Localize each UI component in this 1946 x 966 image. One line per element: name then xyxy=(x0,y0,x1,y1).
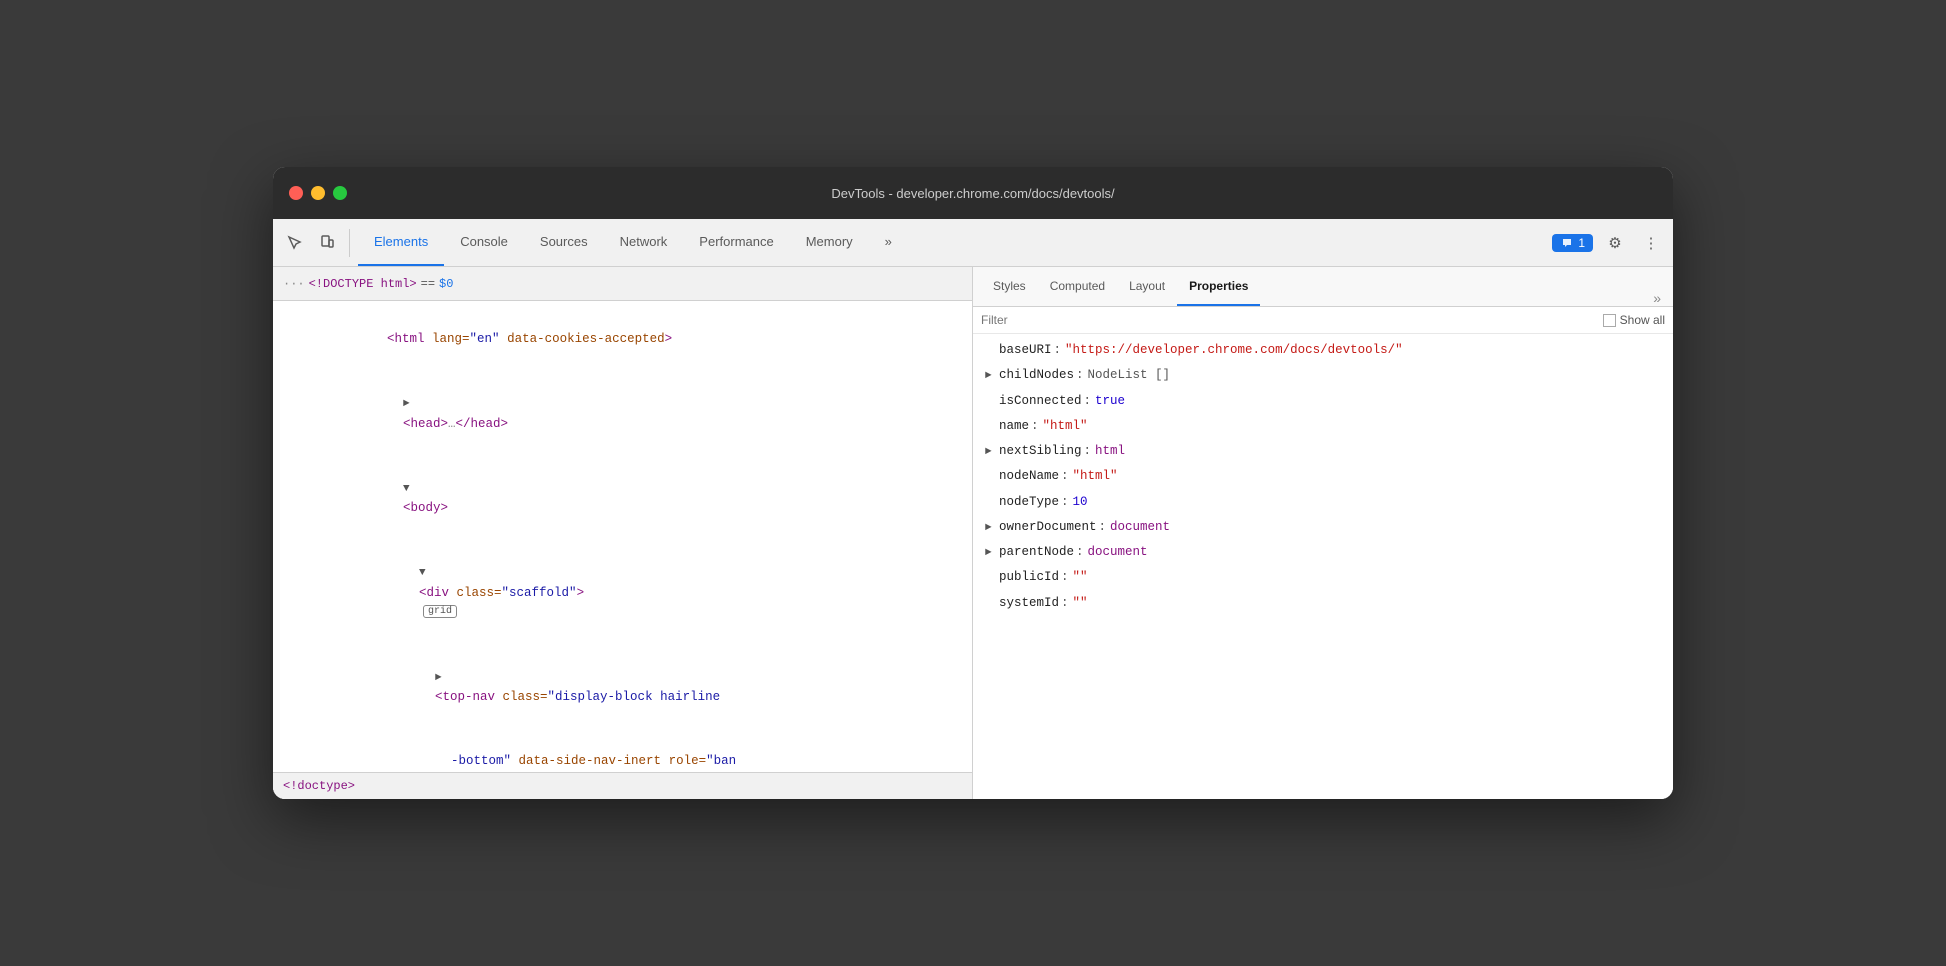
prop-name[interactable]: name : "html" xyxy=(973,414,1673,439)
prop-nodetype[interactable]: nodeType : 10 xyxy=(973,490,1673,515)
toolbar: Elements Console Sources Network Perform… xyxy=(273,219,1673,267)
props-tab-more[interactable]: » xyxy=(1649,290,1665,306)
tab-more[interactable]: » xyxy=(869,219,908,266)
tab-computed[interactable]: Computed xyxy=(1038,267,1117,306)
toolbar-right-controls: 1 ⚙ ⋮ xyxy=(1552,229,1665,257)
filter-input[interactable] xyxy=(981,313,1603,327)
prop-expand-arrow: ► xyxy=(985,544,999,563)
tab-network[interactable]: Network xyxy=(604,219,684,266)
tab-sources[interactable]: Sources xyxy=(524,219,604,266)
props-filter-bar: Show all xyxy=(973,307,1673,334)
main-tabs: Elements Console Sources Network Perform… xyxy=(358,219,908,266)
tab-layout[interactable]: Layout xyxy=(1117,267,1177,306)
window-controls xyxy=(289,186,347,200)
breadcrumb-tag: <!DOCTYPE html> xyxy=(309,277,417,291)
head-arrow: ► xyxy=(403,398,410,410)
maximize-button[interactable] xyxy=(333,186,347,200)
body-arrow: ▼ xyxy=(403,483,410,495)
prop-isconnected[interactable]: isConnected : true xyxy=(973,389,1673,414)
prop-baseuri[interactable]: baseURI : "https://developer.chrome.com/… xyxy=(973,338,1673,363)
prop-expand-arrow: ► xyxy=(985,443,999,462)
dom-scaffold-node[interactable]: ▼ <div class="scaffold"> grid xyxy=(273,540,972,645)
tab-performance[interactable]: Performance xyxy=(683,219,789,266)
dom-tree[interactable]: <html lang="en" data-cookies-accepted> ►… xyxy=(273,301,972,772)
close-button[interactable] xyxy=(289,186,303,200)
breadcrumb-eq: == xyxy=(421,277,435,291)
dom-html-node[interactable]: <html lang="en" data-cookies-accepted> xyxy=(273,307,972,371)
grid-badge[interactable]: grid xyxy=(423,605,457,618)
show-all-label[interactable]: Show all xyxy=(1603,313,1665,327)
prop-expand-arrow: ► xyxy=(985,367,999,386)
properties-list: baseURI : "https://developer.chrome.com/… xyxy=(973,334,1673,799)
dom-topnav-continuation: -bottom" data-side-nav-inert role="ban xyxy=(273,729,972,772)
props-panel: Styles Computed Layout Properties » xyxy=(973,267,1673,799)
toolbar-icon-group xyxy=(281,229,350,257)
topnav-arrow: ► xyxy=(435,672,442,684)
prop-nextsibling[interactable]: ► nextSibling : html xyxy=(973,439,1673,464)
dom-panel: ··· <!DOCTYPE html> == $0 <html lang="en… xyxy=(273,267,973,799)
prop-publicid[interactable]: publicId : "" xyxy=(973,565,1673,590)
tab-console[interactable]: Console xyxy=(444,219,524,266)
show-all-checkbox[interactable] xyxy=(1603,314,1616,327)
prop-nodename[interactable]: nodeName : "html" xyxy=(973,464,1673,489)
minimize-button[interactable] xyxy=(311,186,325,200)
more-options-button[interactable]: ⋮ xyxy=(1637,229,1665,257)
dom-breadcrumb: ··· <!DOCTYPE html> == $0 xyxy=(273,267,972,301)
notification-badge[interactable]: 1 xyxy=(1552,234,1593,252)
breadcrumb-dots: ··· xyxy=(283,277,305,291)
devtools-body: Elements Console Sources Network Perform… xyxy=(273,219,1673,799)
device-toolbar-icon[interactable] xyxy=(313,229,341,257)
inspect-element-icon[interactable] xyxy=(281,229,309,257)
scaffold-arrow: ▼ xyxy=(419,567,426,579)
prop-systemid[interactable]: systemId : "" xyxy=(973,591,1673,616)
tab-properties[interactable]: Properties xyxy=(1177,267,1260,306)
breadcrumb-dollar: $0 xyxy=(439,277,453,291)
main-content: ··· <!DOCTYPE html> == $0 <html lang="en… xyxy=(273,267,1673,799)
prop-childnodes[interactable]: ► childNodes : NodeList [] xyxy=(973,363,1673,388)
prop-expand-arrow: ► xyxy=(985,519,999,538)
props-tabs: Styles Computed Layout Properties » xyxy=(973,267,1673,307)
dom-head-node[interactable]: ► <head>…</head> xyxy=(273,371,972,456)
tab-styles[interactable]: Styles xyxy=(981,267,1038,306)
window-title: DevTools - developer.chrome.com/docs/dev… xyxy=(831,186,1114,201)
dom-footer: <!doctype> xyxy=(273,772,972,799)
devtools-window: DevTools - developer.chrome.com/docs/dev… xyxy=(273,167,1673,799)
titlebar: DevTools - developer.chrome.com/docs/dev… xyxy=(273,167,1673,219)
settings-button[interactable]: ⚙ xyxy=(1601,229,1629,257)
dom-topnav-node[interactable]: ► <top-nav class="display-block hairline xyxy=(273,645,972,730)
prop-parentnode[interactable]: ► parentNode : document xyxy=(973,540,1673,565)
tab-elements[interactable]: Elements xyxy=(358,219,444,266)
prop-ownerdocument[interactable]: ► ownerDocument : document xyxy=(973,515,1673,540)
dom-body-node[interactable]: ▼ <body> xyxy=(273,456,972,541)
tab-memory[interactable]: Memory xyxy=(790,219,869,266)
